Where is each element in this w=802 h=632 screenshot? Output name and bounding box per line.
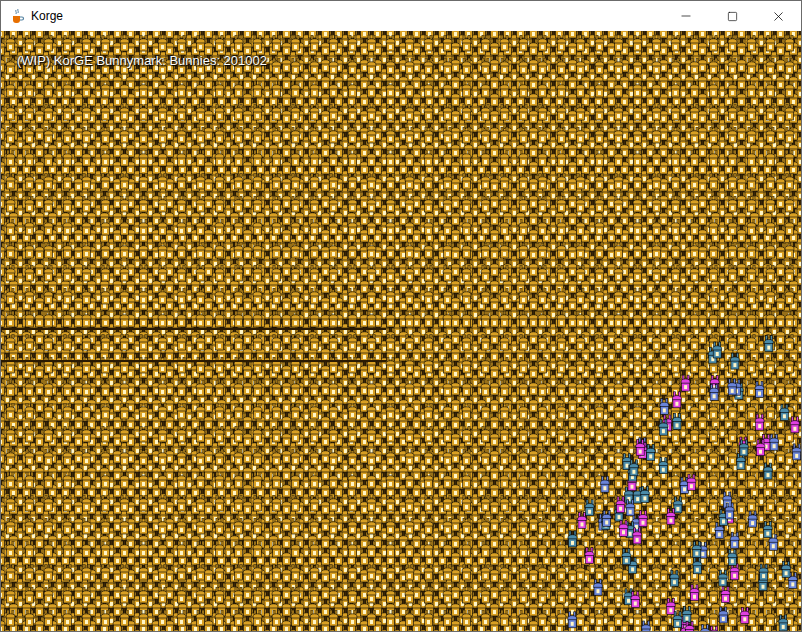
title-bar[interactable]: Korge [1,1,801,31]
bunny-sprite [639,511,648,527]
bunny-sprite [594,579,603,595]
bunny-sprite [740,607,749,623]
bunny-field [1,31,801,631]
bunny-sprite [790,417,799,433]
bunny-sprite [728,549,737,565]
bunny-sprite [719,607,728,623]
bunny-sprite [739,440,748,456]
bunny-sprite [682,607,691,623]
bunny-sprite [779,615,788,631]
minimize-button[interactable] [663,1,709,31]
bunny-sprite [636,440,645,456]
bunny-sprite [681,375,690,391]
bunny-sprite [685,622,694,631]
bunny-sprite [602,511,611,527]
bunny-sprite [659,419,668,435]
bunny-sprite [756,440,765,456]
bunny-sprite [646,444,655,460]
bunny-sprite [721,587,730,603]
bunny-sprite [730,353,739,369]
bunny-sprite [640,486,649,502]
bunny-sprite [770,434,779,450]
bunny-sprite [728,379,737,395]
bunny-sprite [764,336,773,352]
bunny-sprite [601,514,610,530]
bunny-sprite [619,520,628,536]
window-title: Korge [31,7,63,25]
bunny-sprite [764,463,773,479]
bunny-sprite [673,413,682,429]
bunny-sprite [629,460,638,476]
bunny-sprite [730,564,739,580]
maximize-icon [727,11,738,22]
bunny-sprite [780,404,789,420]
bunny-sprite [642,621,651,631]
bunny-sprite [578,512,587,528]
bunny-sprite [748,511,757,527]
bunny-sprite [600,476,609,492]
bunny-sprite [718,570,727,586]
game-canvas[interactable]: (WIP) KorGE Bunnymark. Bunnies: 201002 [1,31,801,631]
bunny-sprite [782,561,791,577]
bunny-sprite [763,522,772,538]
bunny-sprite [673,612,682,628]
bunny-sprite [585,500,594,516]
bunny-sprite [622,549,631,565]
app-window: Korge (WIP) KorGE Bunnymark. Bunnies: 201… [0,0,802,632]
minimize-icon [679,9,693,23]
bunny-sprite [585,548,594,564]
close-button[interactable] [755,1,801,31]
maximize-button[interactable] [709,1,755,31]
bunny-sprite [568,531,577,547]
bunny-sprite [693,558,702,574]
bunny-sprite [616,497,625,513]
bunny-sprite [660,398,669,414]
bunny-sprite [710,384,719,400]
bunny-sprite [723,492,732,508]
bunny-sprite [670,570,679,586]
bunny-sprite [792,444,801,460]
java-icon [9,8,25,24]
bunny-sprite [631,592,640,608]
hud-text: (WIP) KorGE Bunnymark. Bunnies: 201002 [17,51,267,71]
bunny-sprite [725,503,734,519]
bunny-sprite [659,458,668,474]
bunny-sprite [701,625,710,631]
bunny-sprite [690,585,699,601]
close-icon [771,9,786,24]
bunny-sprite [730,532,739,548]
bunny-sprite [633,528,642,544]
bunny-sprite [687,474,696,490]
bunny-sprite [666,509,675,525]
bunny-sprite [626,500,635,516]
bunny-sprite [673,497,682,513]
bunny-sprite [759,564,768,580]
bunny-sprite [710,626,719,631]
bunny-sprite [672,392,681,408]
bunny-sprite [755,414,764,430]
bunny-sprite [755,382,764,398]
bunny-sprite [568,612,577,628]
bunny-sprite [713,342,722,358]
bunny-sprite [692,542,701,558]
